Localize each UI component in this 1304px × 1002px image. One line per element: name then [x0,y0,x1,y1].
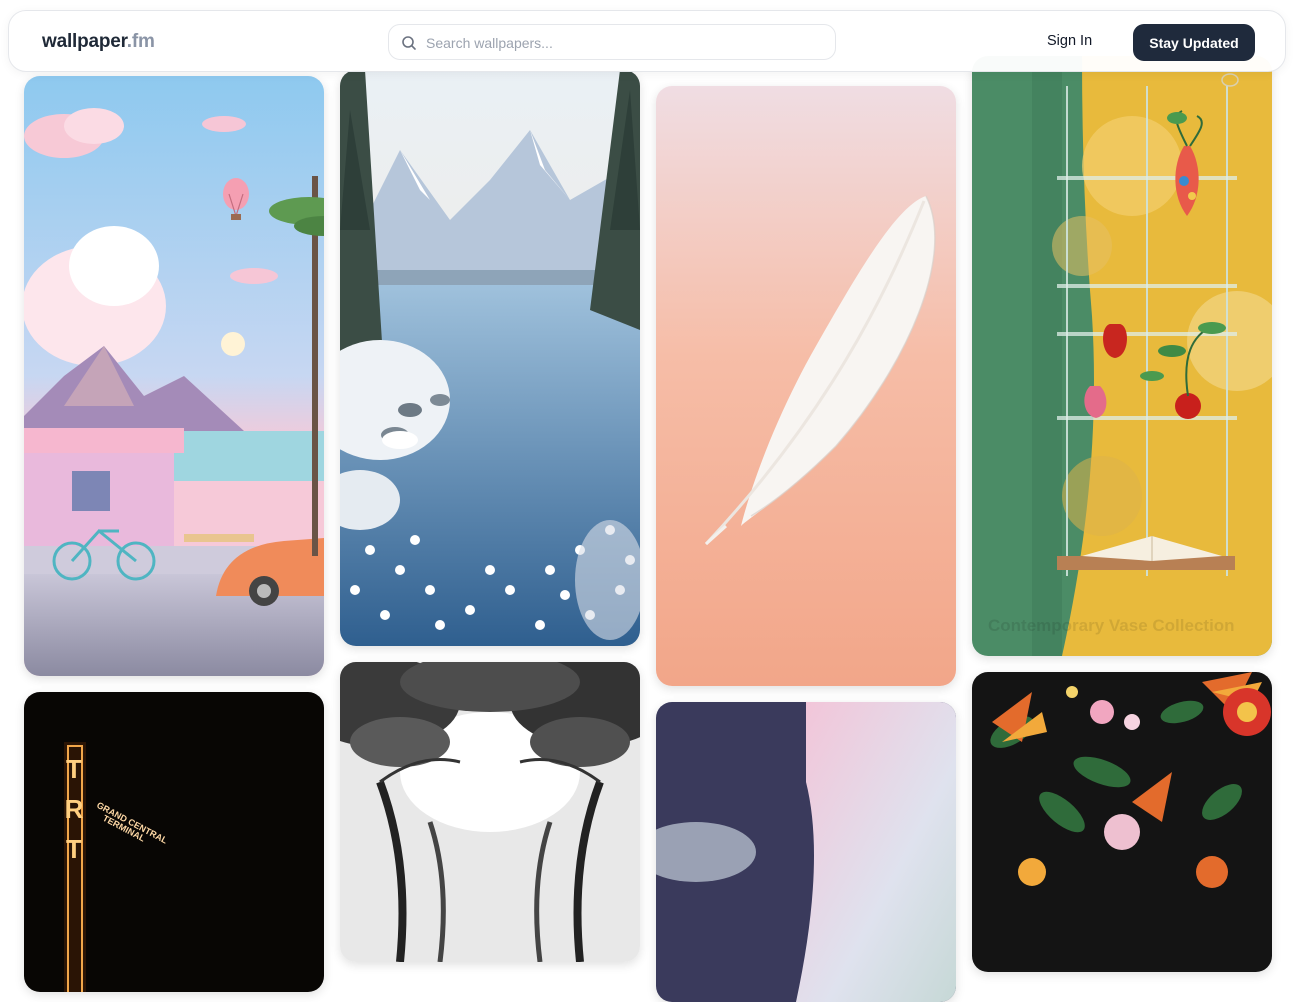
wallpaper-tile-retro-beach[interactable] [24,76,324,676]
wallpaper-tile-floral-pattern[interactable] [972,672,1272,972]
search-input[interactable] [426,33,821,53]
wallpaper-tile-monochrome-forest[interactable] [340,662,640,962]
wallpaper-image [340,70,640,646]
search-bar[interactable] [388,24,836,60]
svg-text:T: T [66,834,82,864]
site-logo[interactable]: wallpaper.fm [42,31,155,53]
wallpaper-image [24,76,324,676]
svg-text:R: R [65,794,84,824]
wallpaper-image: T R T GRAND CENTRAL TERMINAL [24,692,324,992]
wallpaper-tile-winter-lake[interactable] [340,70,640,646]
wallpaper-tile-abstract-gradient[interactable] [656,702,956,1002]
wallpaper-tile-neon-terminal[interactable]: T R T GRAND CENTRAL TERMINAL [24,692,324,992]
logo-wordmark: wallpaper [42,31,127,52]
wallpaper-image [656,702,956,1002]
top-navbar: wallpaper.fm Sign In Stay Updated [8,10,1286,72]
sign-in-link[interactable]: Sign In [1047,33,1092,49]
wallpaper-image [972,56,1272,656]
logo-domain-suffix: .fm [126,31,155,52]
search-icon [402,36,416,50]
wallpaper-image [972,672,1272,972]
stay-updated-button[interactable]: Stay Updated [1133,24,1255,61]
wallpaper-tile-vase-shelves[interactable]: Contemporary Vase Collection [972,56,1272,656]
wallpaper-title: Contemporary Vase Collection [988,616,1235,635]
svg-text:T: T [66,754,82,784]
wallpaper-image [656,86,956,686]
wallpaper-image [340,662,640,962]
wallpaper-tile-white-feather[interactable] [656,86,956,686]
